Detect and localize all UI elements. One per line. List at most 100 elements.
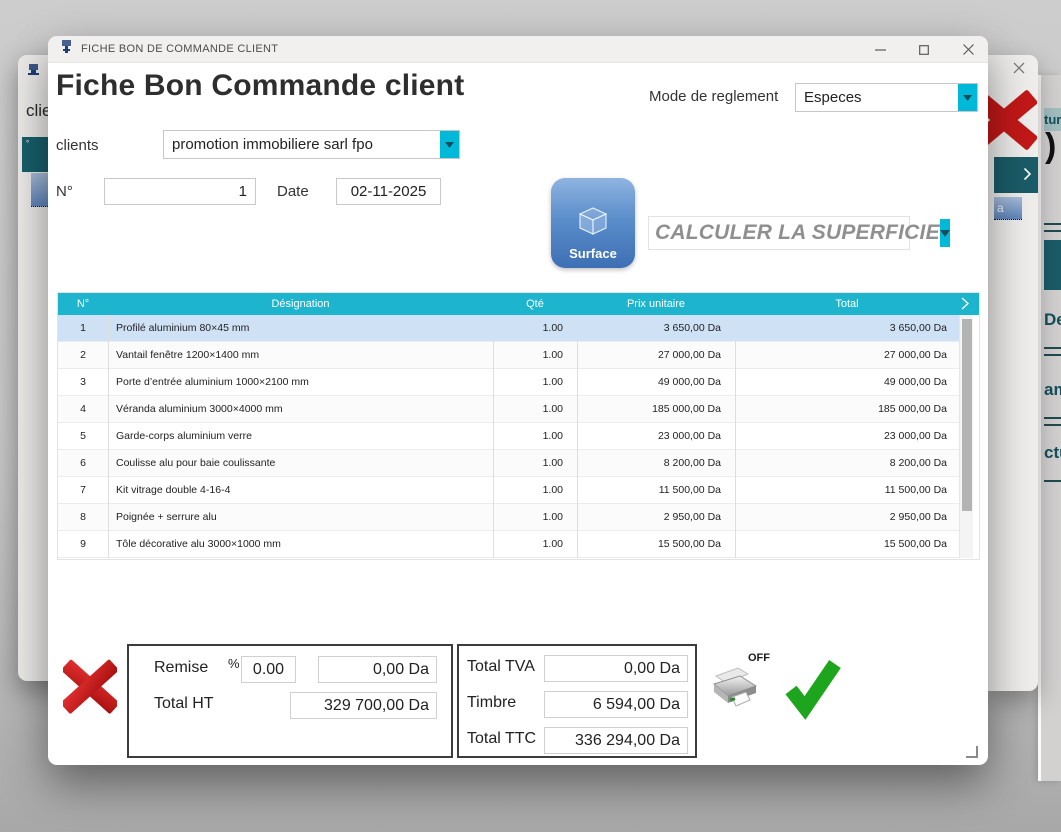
remise-percent-input[interactable]: 0.00 — [241, 656, 296, 683]
table-row[interactable]: 4Véranda aluminium 3000×4000 mm1.00185 0… — [58, 396, 959, 423]
column-divider — [577, 315, 578, 558]
divider — [1044, 417, 1061, 419]
table-row[interactable]: 6Coulisse alu pour baie coulissante1.008… — [58, 450, 959, 477]
table-row[interactable]: 8Poignée + serrure alu1.002 950,00 Da2 9… — [58, 504, 959, 531]
cell-prix: 27 000,00 Da — [577, 342, 721, 369]
cell-total: 23 000,00 Da — [735, 423, 947, 450]
printer-toggle-button[interactable] — [708, 666, 762, 712]
clients-select[interactable]: promotion immobiliere sarl fpo — [163, 130, 460, 159]
cell-qte: 1.00 — [493, 315, 563, 342]
divider — [1044, 480, 1061, 482]
cell-prix: 49 000,00 Da — [577, 369, 721, 396]
validate-button[interactable] — [783, 656, 841, 722]
resize-grip[interactable] — [966, 746, 978, 758]
remise-label: Remise — [154, 659, 208, 677]
cell-des: Profilé aluminium 80×45 mm — [116, 315, 486, 342]
background-next-button[interactable] — [994, 157, 1038, 193]
close-icon[interactable] — [1012, 61, 1026, 80]
column-header-total[interactable]: Total — [735, 293, 959, 315]
background-window-right[interactable]: a — [988, 55, 1038, 691]
divider — [1044, 230, 1061, 232]
table-row[interactable]: 3 Porte d’entrée aluminium 1000×2100 mm 1.… — [58, 369, 959, 396]
minimize-button[interactable] — [874, 44, 886, 56]
cell-prix: 2 950,00 Da — [577, 504, 721, 531]
order-number-input[interactable]: 1 — [104, 178, 256, 205]
column-header-num[interactable]: N° — [58, 293, 108, 315]
cell-qte: 1.00 — [493, 477, 563, 504]
column-header-designation[interactable]: Désignation — [108, 293, 493, 315]
date-input[interactable]: 02-11-2025 — [336, 178, 441, 205]
cell-prix: 23 000,00 Da — [577, 423, 721, 450]
cell-total: 8 200,00 Da — [735, 450, 947, 477]
cell-qte: 1.00 — [493, 423, 563, 450]
cell-qte: 1.00 — [493, 342, 563, 369]
chevron-right-icon[interactable] — [961, 297, 969, 315]
cell-num: 7 — [58, 477, 108, 504]
total-tva-value[interactable]: 0,00 Da — [544, 655, 688, 682]
column-header-qty[interactable]: Qté — [493, 293, 577, 315]
calc-superficie-button[interactable]: CALCULER LA SUPERFICIE — [648, 216, 910, 250]
total-ttc-value[interactable]: 336 294,00 Da — [544, 727, 688, 754]
cell-des: Kit vitrage double 4-16-4 — [116, 477, 486, 504]
cell-total: 27 000,00 Da — [735, 342, 947, 369]
cell-des: Véranda aluminium 3000×4000 mm — [116, 396, 486, 423]
cell-des: Tôle décorative alu 3000×1000 mm — [116, 531, 486, 558]
maximize-button[interactable] — [918, 44, 930, 56]
table-row[interactable]: 5Garde-corps aluminium verre1.0023 000,0… — [58, 423, 959, 450]
cell-total: 2 950,00 Da — [735, 504, 947, 531]
clients-value: promotion immobiliere sarl fpo — [164, 136, 440, 153]
table-row[interactable]: 9Tôle décorative alu 3000×1000 mm1.0015 … — [58, 531, 959, 558]
table-row[interactable]: 2Vantail fenêtre 1200×1400 mm1.0027 000,… — [58, 342, 959, 369]
background-blue-button-fragment[interactable]: a — [994, 197, 1022, 220]
delete-button[interactable] — [63, 658, 117, 716]
delete-icon[interactable] — [988, 89, 1037, 151]
background-menu-word-fragment[interactable]: Dev — [1044, 310, 1061, 330]
payment-mode-select[interactable]: Especes — [795, 83, 978, 112]
column-header-unit-price[interactable]: Prix unitaire — [577, 293, 735, 315]
cell-prix: 8 200,00 Da — [577, 450, 721, 477]
page-title: Fiche Bon Commande client — [56, 69, 464, 103]
table-header[interactable]: N° Désignation Qté Prix unitaire Total — [58, 293, 979, 315]
cell-qte: 1.00 — [493, 369, 563, 396]
cell-num: 9 — [58, 531, 108, 558]
app-icon — [59, 39, 74, 59]
cell-prix: 185 000,00 Da — [577, 396, 721, 423]
divider — [1044, 223, 1061, 225]
background-menu-word-fragment[interactable]: ctu — [1044, 443, 1061, 463]
cell-num: 4 — [58, 396, 108, 423]
titlebar[interactable]: FICHE BON DE COMMANDE CLIENT — [48, 36, 988, 63]
column-divider — [493, 315, 494, 558]
cell-num: 3 — [58, 369, 108, 396]
cell-des: Coulisse alu pour baie coulissante — [116, 450, 486, 477]
total-ttc-label: Total TTC — [467, 730, 536, 748]
cell-prix: 3 650,00 Da — [577, 315, 721, 342]
cell-total: 15 500,00 Da — [735, 531, 947, 558]
payment-mode-value: Especes — [796, 89, 958, 106]
close-button[interactable] — [962, 44, 974, 56]
background-window-far-right[interactable]: ture ) Dev am ctu — [1038, 75, 1061, 781]
total-tva-label: Total TVA — [467, 658, 535, 676]
cell-des: Porte d’entrée aluminium 1000×2100 mm — [116, 369, 486, 396]
app-icon — [26, 62, 41, 77]
cell-prix: 11 500,00 Da — [577, 477, 721, 504]
table-scrollbar[interactable] — [959, 315, 973, 558]
surface-button-label: Surface — [569, 246, 617, 261]
surface-button[interactable]: Surface — [551, 178, 635, 268]
total-ht-label: Total HT — [154, 695, 214, 713]
timbre-value[interactable]: 6 594,00 Da — [544, 691, 688, 718]
cell-qte: 1.00 — [493, 504, 563, 531]
table-row[interactable]: 7 Kit vitrage double 4-16-4 1.00 11 500,00 … — [58, 477, 959, 504]
chevron-down-icon[interactable] — [940, 219, 950, 247]
chevron-down-icon[interactable] — [440, 131, 459, 158]
cube-icon — [572, 200, 614, 242]
total-ht-value[interactable]: 329 700,00 Da — [290, 692, 437, 719]
percent-label: % — [228, 656, 240, 671]
cell-total: 49 000,00 Da — [735, 369, 947, 396]
cell-num: 6 — [58, 450, 108, 477]
remise-amount-input[interactable]: 0,00 Da — [318, 656, 437, 683]
background-menu-word-fragment[interactable]: am — [1044, 380, 1061, 400]
scrollbar-thumb[interactable] — [962, 319, 972, 511]
tva-panel: Total TVA 0,00 Da Timbre 6 594,00 Da Tot… — [457, 644, 697, 758]
table-row[interactable]: 1Profilé aluminium 80×45 mm1.003 650,00 … — [58, 315, 959, 342]
chevron-down-icon[interactable] — [958, 84, 977, 111]
